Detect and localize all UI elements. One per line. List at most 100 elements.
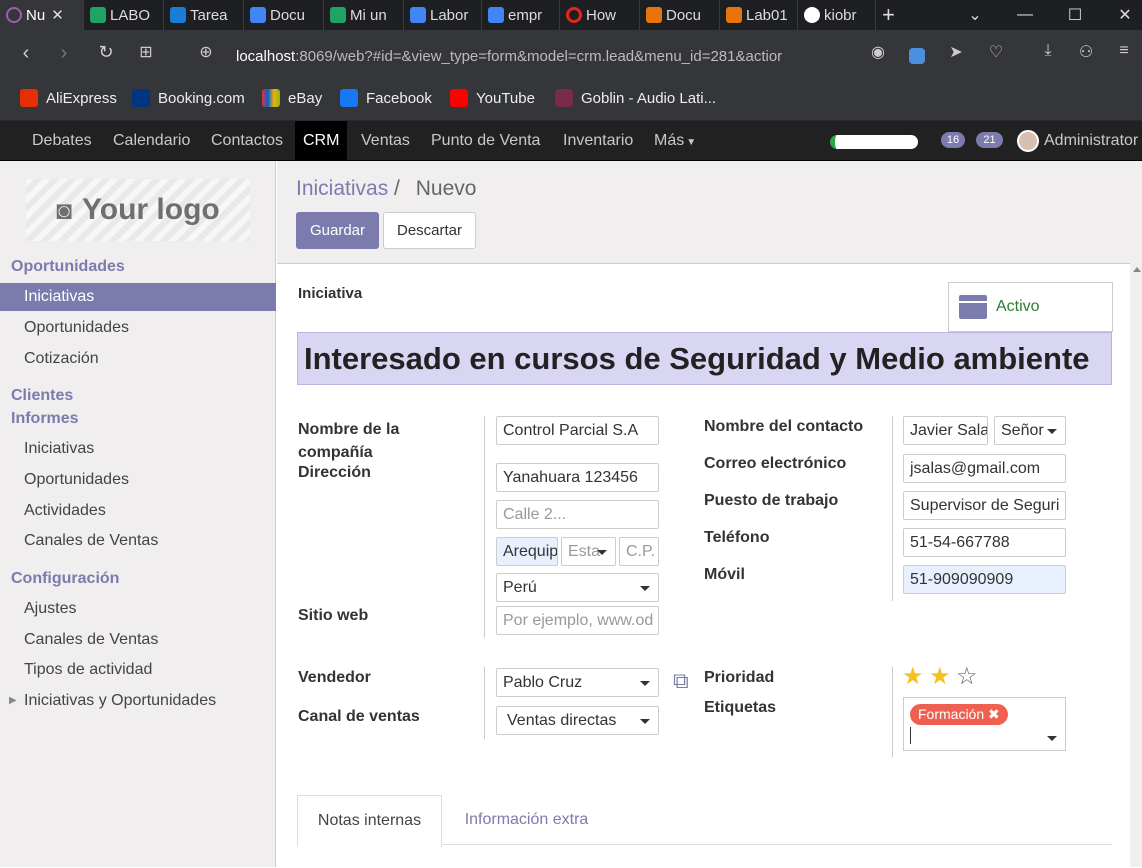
title-select[interactable]: Señor bbox=[994, 416, 1066, 445]
website-label: Sitio web bbox=[298, 607, 369, 624]
messages-badge[interactable]: 21 bbox=[976, 132, 1003, 148]
close-icon[interactable]: ✕ bbox=[51, 6, 64, 24]
browser-tab[interactable]: Mi un bbox=[324, 0, 404, 30]
browser-tab[interactable]: Nu ✕ bbox=[0, 0, 84, 30]
bookmark-booking[interactable]: Booking.com bbox=[132, 89, 245, 107]
menu-ventas[interactable]: Ventas bbox=[353, 121, 418, 161]
tags-field[interactable]: Formación ✖ bbox=[903, 697, 1066, 751]
menu-crm[interactable]: CRM bbox=[295, 121, 348, 161]
remove-tag-icon[interactable]: ✖ bbox=[988, 706, 1000, 722]
mobile-label: Móvil bbox=[704, 566, 745, 583]
forward-icon[interactable]: › bbox=[44, 42, 84, 65]
sidebar-item-config-canales[interactable]: Canales de Ventas bbox=[0, 626, 276, 654]
back-icon[interactable]: ‹ bbox=[6, 42, 46, 65]
group-divider bbox=[484, 667, 485, 739]
sidebar-item-informes-oportunidades[interactable]: Oportunidades bbox=[0, 466, 276, 494]
bookmark-youtube[interactable]: YouTube bbox=[450, 89, 535, 107]
sidebar-item-informes-iniciativas[interactable]: Iniciativas bbox=[0, 435, 276, 463]
country-select[interactable]: Perú bbox=[496, 573, 659, 602]
state-select[interactable]: Esta bbox=[561, 537, 616, 566]
bookmark-aliexpress[interactable]: AliExpress bbox=[20, 89, 117, 107]
tab-favicon-icon bbox=[250, 7, 266, 23]
external-link-icon[interactable]: ⧉ bbox=[673, 668, 689, 694]
scrollbar[interactable] bbox=[1130, 263, 1142, 867]
scroll-up-icon[interactable] bbox=[1133, 267, 1141, 272]
mobile-input[interactable]: 51-909090909 bbox=[903, 565, 1066, 594]
star-filled-icon[interactable]: ★ bbox=[929, 665, 951, 689]
tab-notas-internas[interactable]: Notas internas bbox=[297, 795, 442, 847]
window-close-button[interactable]: ✕ bbox=[1110, 0, 1140, 30]
browser-tab[interactable]: Lab01 bbox=[720, 0, 798, 30]
bookmark-goblin[interactable]: Goblin - Audio Lati... bbox=[555, 89, 716, 107]
website-input[interactable]: Por ejemplo, www.od bbox=[496, 606, 659, 635]
email-input[interactable]: jsalas@gmail.com bbox=[903, 454, 1066, 483]
sidebar-item-actividades[interactable]: Actividades bbox=[0, 497, 276, 525]
city-input[interactable]: Arequip bbox=[496, 537, 558, 566]
discard-button[interactable]: Descartar bbox=[383, 212, 476, 249]
menu-debates[interactable]: Debates bbox=[24, 121, 100, 161]
download-icon[interactable]: ⤓ bbox=[1028, 42, 1068, 60]
sidebar-item-canales-de-ventas[interactable]: Canales de Ventas bbox=[0, 527, 276, 555]
reload-icon[interactable]: ↻ bbox=[86, 42, 126, 63]
menu-mas[interactable]: Más ▼ bbox=[646, 121, 704, 161]
facebook-icon bbox=[340, 89, 358, 107]
bookmark-ebay[interactable]: eBay bbox=[262, 89, 322, 107]
star-filled-icon[interactable]: ★ bbox=[902, 665, 924, 689]
active-toggle-button[interactable]: Activo bbox=[948, 282, 1113, 332]
contact-name-input[interactable]: Javier Sala bbox=[903, 416, 988, 445]
address-field[interactable]: localhost:8069/web?#id=&view_type=form&m… bbox=[236, 48, 846, 65]
bookmark-facebook[interactable]: Facebook bbox=[340, 89, 432, 107]
company-name-input[interactable]: Control Parcial S.A bbox=[496, 416, 659, 445]
star-empty-icon[interactable]: ☆ bbox=[956, 665, 978, 689]
sidebar-item-tipos-actividad[interactable]: Tipos de actividad bbox=[0, 656, 276, 684]
save-button[interactable]: Guardar bbox=[296, 212, 379, 249]
tab-informacion-extra[interactable]: Información extra bbox=[449, 795, 604, 847]
browser-tab[interactable]: How bbox=[560, 0, 640, 30]
sidebar-section-clientes[interactable]: Clientes bbox=[11, 387, 73, 405]
browser-tab[interactable]: empr bbox=[482, 0, 560, 30]
browser-tab[interactable]: Tarea bbox=[164, 0, 244, 30]
caret-down-icon[interactable] bbox=[1047, 736, 1057, 741]
sidebar-item-ajustes[interactable]: Ajustes bbox=[0, 595, 276, 623]
sidebar-item-cotizacion[interactable]: Cotización bbox=[0, 345, 276, 373]
speed-dial-icon[interactable]: ⊞ bbox=[126, 42, 166, 62]
zip-input[interactable]: C.P. bbox=[619, 537, 659, 566]
sidebar-item-oportunidades[interactable]: Oportunidades bbox=[0, 314, 276, 342]
maximize-button[interactable]: ☐ bbox=[1060, 0, 1090, 30]
booking-icon bbox=[132, 89, 150, 107]
sidebar-item-iniciativas[interactable]: Iniciativas bbox=[0, 283, 276, 311]
adblock-icon[interactable] bbox=[909, 48, 925, 64]
street-input[interactable]: Yanahuara 123456 bbox=[496, 463, 659, 492]
browser-tab[interactable]: Docu bbox=[640, 0, 720, 30]
browser-tab[interactable]: Docu bbox=[244, 0, 324, 30]
phone-input[interactable]: 51-54-667788 bbox=[903, 528, 1066, 557]
bookmark-label: Booking.com bbox=[158, 89, 245, 107]
minimize-button[interactable]: — bbox=[1010, 0, 1040, 30]
bookmark-label: Goblin - Audio Lati... bbox=[581, 89, 717, 107]
profile-icon[interactable]: ⚇ bbox=[1066, 42, 1106, 62]
browser-tab[interactable]: LABO bbox=[84, 0, 164, 30]
camera-icon[interactable]: ◉ bbox=[858, 42, 898, 62]
browser-tab[interactable]: Labor bbox=[404, 0, 482, 30]
salesperson-select[interactable]: Pablo Cruz bbox=[496, 668, 659, 697]
street2-input[interactable]: Calle 2... bbox=[496, 500, 659, 529]
sidebar-item-iniciativas-oportunidades[interactable]: ▶ Iniciativas y Oportunidades bbox=[0, 687, 276, 715]
sales-channel-select[interactable]: Ventas directas bbox=[496, 706, 659, 735]
menu-inventario[interactable]: Inventario bbox=[555, 121, 641, 161]
activities-badge[interactable]: 16 bbox=[941, 132, 965, 148]
settings-icon[interactable]: ≡ bbox=[1104, 42, 1142, 60]
browser-tab[interactable]: kiobr bbox=[798, 0, 876, 30]
heart-icon[interactable]: ♡ bbox=[976, 42, 1016, 62]
tab-favicon-icon bbox=[170, 7, 186, 23]
tab-search-icon[interactable]: ⌄ bbox=[960, 0, 990, 30]
job-position-input[interactable]: Supervisor de Seguri bbox=[903, 491, 1066, 520]
send-icon[interactable]: ➤ bbox=[936, 42, 976, 62]
menu-punto-de-venta[interactable]: Punto de Venta bbox=[423, 121, 548, 161]
tab-label: Labor bbox=[430, 6, 469, 24]
user-menu[interactable]: Administrator bbox=[1036, 121, 1142, 161]
lead-title-input[interactable]: Interesado en cursos de Seguridad y Medi… bbox=[297, 332, 1112, 385]
breadcrumb-parent[interactable]: Iniciativas bbox=[296, 177, 388, 200]
menu-contactos[interactable]: Contactos bbox=[203, 121, 291, 161]
menu-calendario[interactable]: Calendario bbox=[105, 121, 198, 161]
new-tab-button[interactable]: + bbox=[876, 0, 906, 30]
